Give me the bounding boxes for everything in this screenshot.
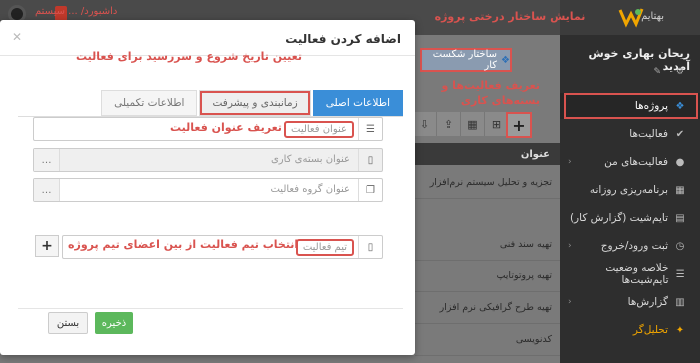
sidebar-item-daily-plan[interactable]: ▦ برنامه‌ریزی روزانه <box>560 177 700 203</box>
modal-title: اضافه کردن فعالیت <box>285 32 401 46</box>
annotation-define: تعریف فعالیت‌ها و بسته‌های کاری <box>441 79 540 107</box>
sidebar-item-label: برنامه‌ریزی روزانه <box>589 184 668 196</box>
table-row[interactable]: تهیه طرح گرافیکی نرم افزار <box>415 292 560 324</box>
close-icon[interactable]: ✕ <box>12 30 22 44</box>
sidebar-item-reports[interactable]: ▥ گزارش‌ها ‹ <box>560 289 700 315</box>
chart-icon: ▥ <box>675 296 685 308</box>
calendar-icon: ▦ <box>675 184 685 196</box>
chevron-left-icon: ‹ <box>568 157 572 167</box>
annotation-title: تعریف عنوان فعالیت <box>170 121 282 134</box>
copy-icon: ❐ <box>358 179 382 201</box>
sidebar-item-label: تایم‌شیت (گزارش کار) <box>569 212 668 224</box>
clock-icon: ◷ <box>675 240 685 252</box>
grid-header: عنوان <box>415 143 560 165</box>
modal-tabs: اطلاعات اصلی زمانبندی و پیشرفت اطلاعات ت… <box>101 90 403 116</box>
table-icon: ▤ <box>675 212 685 224</box>
activity-group-field[interactable]: ❐ عنوان گروه فعالیت … <box>33 178 383 202</box>
sidebar-item-my-activities[interactable]: ● فعالیت‌های من ‹ <box>560 149 700 175</box>
sidebar-item-timesheet[interactable]: ▤ تایم‌شیت (گزارش کار) <box>560 205 700 231</box>
check-icon: ✔ <box>675 128 685 140</box>
annotation-schedule: تعیین تاریخ شروع و سررسید برای فعالیت <box>76 50 302 63</box>
sidebar-item-timesheet-summary[interactable]: ☰ خلاصه وضعیت تایم‌شیت‌ها <box>560 261 700 287</box>
logo-icon <box>618 8 644 28</box>
top-title: داشبورد/ ... سیستم <box>35 6 118 17</box>
user-actions-icon[interactable]: ⚙ ✎ <box>654 67 690 77</box>
activity-title-placeholder: عنوان فعالیت <box>284 121 354 138</box>
annotation-wbs: نمایش ساختار درختی پروژه <box>434 10 586 23</box>
tab-main-info[interactable]: اطلاعات اصلی <box>312 90 403 116</box>
sitemap-icon: ❖ <box>501 54 510 66</box>
download-icon[interactable]: ⇩ <box>412 112 436 136</box>
sidebar: ریحان بهاری خوش آمدید ⚙ ✎ ❖ پروژه‌ها ✔ ف… <box>560 35 700 363</box>
sidebar-item-checkin[interactable]: ◷ ثبت ورود/خروج ‹ <box>560 233 700 259</box>
user-icon: ● <box>675 156 685 168</box>
grid-header-label: عنوان <box>520 148 550 160</box>
activity-group-placeholder: عنوان گروه فعالیت <box>270 184 350 195</box>
wbs-button[interactable]: ❖ ساختار شکست کار <box>420 48 512 72</box>
wbs-button-label: ساختار شکست کار <box>432 49 498 71</box>
file-icon: ▯ <box>358 149 382 171</box>
tab-extra-info[interactable]: اطلاعات تکمیلی <box>101 90 198 116</box>
add-team-button[interactable]: + <box>35 235 59 257</box>
chevron-left-icon: ‹ <box>568 297 572 307</box>
table-row[interactable]: کدنویسی <box>415 324 560 356</box>
file-icon: ▯ <box>358 236 382 258</box>
activity-team-placeholder: تیم فعالیت <box>295 239 354 256</box>
sidebar-item-label: تحلیل‌گر <box>632 324 668 336</box>
logo-text: بهتایم <box>641 11 664 22</box>
sidebar-item-label: گزارش‌ها <box>627 296 668 308</box>
list-icon: ☰ <box>358 118 382 140</box>
annotation-team: انتخاب تیم فعالیت از بین اعضای تیم پروژه <box>68 238 299 251</box>
sidebar-item-label: فعالیت‌ها <box>629 128 668 140</box>
list-icon: ☰ <box>675 268 685 280</box>
sidebar-item-analyzer[interactable]: ✦ تحلیل‌گر <box>560 317 700 343</box>
upload-icon[interactable]: ⇪ <box>436 112 460 136</box>
table-row[interactable]: تهیه سند فنی <box>415 229 560 261</box>
more-button[interactable]: … <box>34 149 60 171</box>
more-button[interactable]: … <box>34 179 60 201</box>
add-activity-button[interactable]: + <box>506 112 532 138</box>
sidebar-item-activities[interactable]: ✔ فعالیت‌ها <box>560 121 700 147</box>
work-package-placeholder: عنوان بسته‌ی کاری <box>270 154 350 165</box>
tab-schedule[interactable]: زمانبندی و پیشرفت <box>199 90 311 116</box>
sidebar-item-label: ثبت ورود/خروج <box>600 240 668 252</box>
table-row[interactable]: تجزیه و تحلیل سیستم نرم‌افزار <box>415 167 560 199</box>
footer-divider <box>18 308 403 309</box>
table-row[interactable]: تهیه پروتوتایپ <box>415 260 560 292</box>
add-activity-modal: ✕ اضافه کردن فعالیت اطلاعات اصلی زمانبند… <box>0 20 415 355</box>
table-icon[interactable]: ⊞ <box>484 112 508 136</box>
sidebar-item-label: فعالیت‌های من <box>604 156 668 168</box>
save-button[interactable]: ذخیره <box>95 312 133 334</box>
sidebar-item-label: خلاصه وضعیت تایم‌شیت‌ها <box>605 262 669 286</box>
projects-highlight <box>564 93 698 119</box>
excel-icon[interactable]: ▦ <box>460 112 484 136</box>
chevron-left-icon: ‹ <box>568 241 572 251</box>
work-package-field[interactable]: ▯ عنوان بسته‌ی کاری … <box>33 148 383 172</box>
wand-icon: ✦ <box>675 324 685 336</box>
close-button[interactable]: بستن <box>48 312 88 334</box>
app-root: داشبورد/ ... سیستم بهتایم ریحان بهاری خو… <box>0 0 700 363</box>
